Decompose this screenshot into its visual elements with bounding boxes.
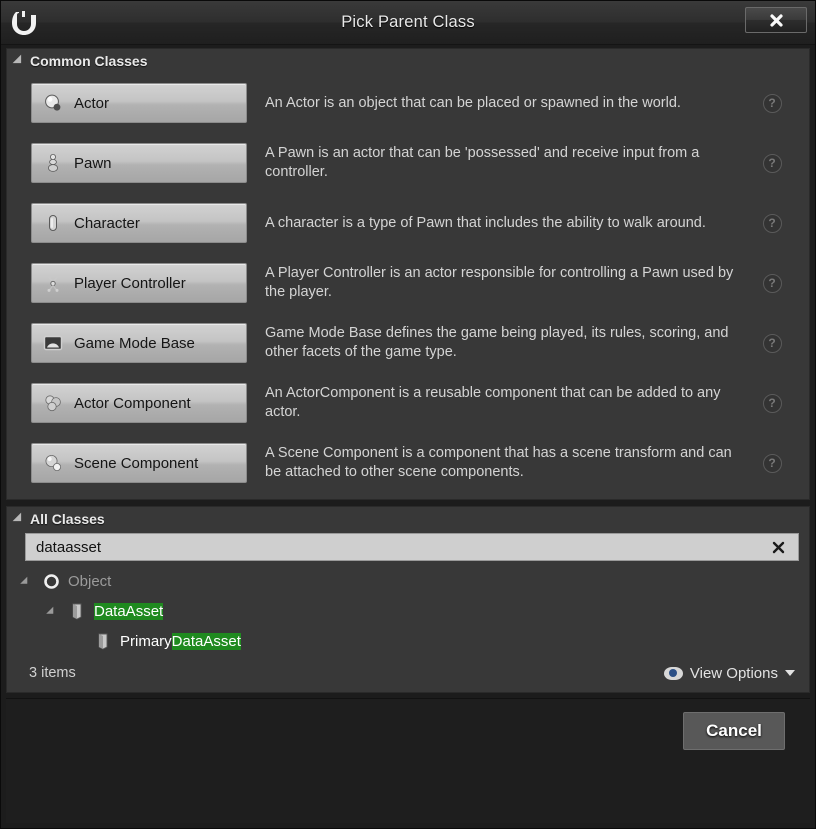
view-options-label: View Options bbox=[689, 664, 778, 682]
class-button-label: Actor bbox=[74, 94, 110, 112]
unreal-engine-logo-icon bbox=[1, 1, 47, 45]
tree-item-label: DataAsset bbox=[94, 602, 164, 620]
class-button-actor[interactable]: Actor bbox=[31, 83, 247, 123]
class-row: Game Mode Base Game Mode Base defines th… bbox=[7, 313, 809, 373]
class-button-player-controller[interactable]: Player Controller bbox=[31, 263, 247, 303]
class-button-label: Pawn bbox=[74, 154, 112, 172]
clear-x-icon[interactable] bbox=[767, 540, 790, 555]
dialog-body: Common Classes Actor An Actor is an obje… bbox=[1, 45, 815, 828]
caret-down-icon bbox=[785, 670, 795, 676]
search-match-highlight: DataAsset bbox=[171, 632, 241, 650]
class-button-label: Character bbox=[74, 214, 140, 232]
help-icon[interactable]: ? bbox=[757, 333, 787, 353]
game-mode-base-icon bbox=[42, 332, 64, 354]
triangle-expanded-icon bbox=[12, 512, 26, 525]
triangle-expanded-icon[interactable] bbox=[20, 576, 34, 587]
tree-item-dataasset[interactable]: DataAsset bbox=[23, 596, 809, 626]
pick-parent-class-dialog: Pick Parent Class Common Classes Actor A… bbox=[0, 0, 816, 829]
class-cylinder-icon bbox=[92, 632, 114, 650]
pawn-chess-piece-icon bbox=[42, 152, 64, 174]
common-classes-panel: Common Classes Actor An Actor is an obje… bbox=[6, 48, 810, 500]
search-match-highlight: DataAsset bbox=[94, 602, 164, 620]
help-icon[interactable]: ? bbox=[757, 273, 787, 293]
help-icon[interactable]: ? bbox=[757, 393, 787, 413]
class-description: A Pawn is an actor that can be 'possesse… bbox=[265, 145, 700, 180]
class-search-box[interactable] bbox=[25, 533, 799, 561]
class-row: Pawn A Pawn is an actor that can be 'pos… bbox=[7, 133, 809, 193]
class-row: Actor Component An ActorComponent is a r… bbox=[7, 373, 809, 433]
actor-sphere-icon bbox=[42, 92, 64, 114]
class-description: A Player Controller is an actor responsi… bbox=[265, 265, 734, 300]
class-button-label: Game Mode Base bbox=[74, 334, 195, 352]
triangle-expanded-icon[interactable] bbox=[46, 606, 60, 617]
cancel-button[interactable]: Cancel bbox=[683, 712, 785, 750]
search-input[interactable] bbox=[36, 538, 767, 556]
window-title: Pick Parent Class bbox=[341, 13, 475, 31]
tree-item-prefix: Primary bbox=[120, 632, 172, 650]
tree-status-bar: 3 items View Options bbox=[7, 658, 809, 688]
class-row: Player Controller A Player Controller is… bbox=[7, 253, 809, 313]
class-description: An ActorComponent is a reusable componen… bbox=[265, 385, 721, 420]
class-description: A character is a type of Pawn that inclu… bbox=[265, 214, 706, 231]
help-icon[interactable]: ? bbox=[757, 153, 787, 173]
class-description: Game Mode Base defines the game being pl… bbox=[265, 325, 729, 360]
common-classes-header[interactable]: Common Classes bbox=[7, 49, 809, 73]
class-button-character[interactable]: Character bbox=[31, 203, 247, 243]
object-circle-icon bbox=[40, 573, 62, 590]
class-button-pawn[interactable]: Pawn bbox=[31, 143, 247, 183]
class-description: An Actor is an object that can be placed… bbox=[265, 94, 681, 111]
class-button-label: Actor Component bbox=[74, 394, 191, 412]
tree-item-object[interactable]: Object bbox=[20, 566, 809, 596]
scene-component-icon bbox=[42, 452, 64, 474]
help-icon[interactable]: ? bbox=[757, 453, 787, 473]
close-button[interactable] bbox=[745, 7, 807, 33]
all-classes-header[interactable]: All Classes bbox=[7, 507, 809, 531]
class-button-label: Player Controller bbox=[74, 274, 186, 292]
class-row: Scene Component A Scene Component is a c… bbox=[7, 433, 809, 493]
common-classes-list: Actor An Actor is an object that can be … bbox=[7, 73, 809, 493]
items-count: 3 items bbox=[29, 665, 76, 681]
tree-item-label: Object bbox=[68, 572, 112, 590]
help-icon[interactable]: ? bbox=[757, 213, 787, 233]
triangle-expanded-icon bbox=[12, 54, 26, 67]
class-button-game-mode-base[interactable]: Game Mode Base bbox=[31, 323, 247, 363]
common-classes-title: Common Classes bbox=[30, 53, 148, 69]
class-row: Actor An Actor is an object that can be … bbox=[7, 73, 809, 133]
tree-arrow-placeholder bbox=[75, 636, 86, 647]
dialog-footer: Cancel bbox=[6, 698, 810, 823]
help-icon[interactable]: ? bbox=[757, 93, 787, 113]
all-classes-panel: All Classes Ob bbox=[6, 506, 810, 693]
class-button-actor-component[interactable]: Actor Component bbox=[31, 383, 247, 423]
title-bar: Pick Parent Class bbox=[1, 1, 815, 45]
all-classes-title: All Classes bbox=[30, 511, 105, 527]
class-description: A Scene Component is a component that ha… bbox=[265, 445, 732, 480]
player-controller-icon bbox=[42, 272, 64, 294]
class-row: Character A character is a type of Pawn … bbox=[7, 193, 809, 253]
class-button-scene-component[interactable]: Scene Component bbox=[31, 443, 247, 483]
view-options-button[interactable]: View Options bbox=[663, 664, 795, 682]
tree-item-label: PrimaryDataAsset bbox=[120, 632, 241, 650]
tree-item-primarydataasset[interactable]: PrimaryDataAsset bbox=[23, 626, 809, 656]
class-cylinder-icon bbox=[66, 602, 88, 620]
class-tree: Object DataAsset PrimaryDataAsset bbox=[7, 561, 809, 656]
close-icon bbox=[769, 13, 783, 27]
class-button-label: Scene Component bbox=[74, 454, 199, 472]
character-capsule-icon bbox=[42, 212, 64, 234]
eye-icon bbox=[663, 666, 683, 680]
actor-component-icon bbox=[42, 392, 64, 414]
